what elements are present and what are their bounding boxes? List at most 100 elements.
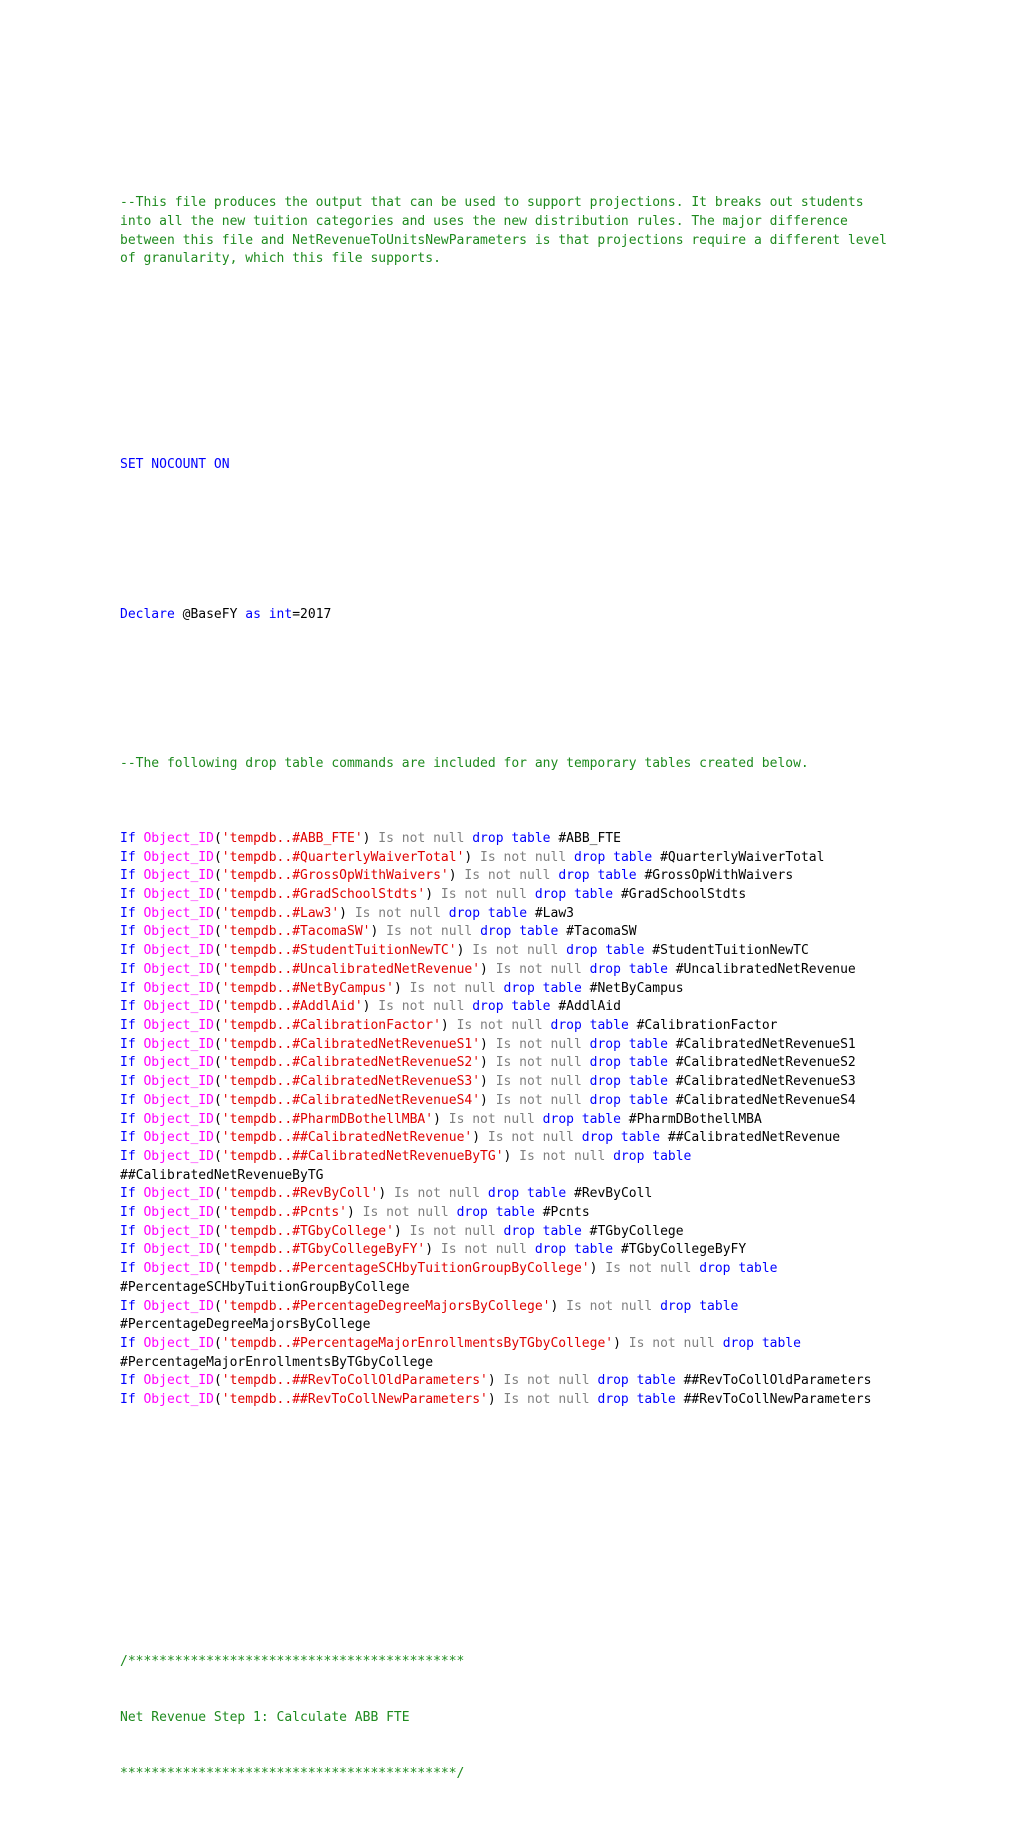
is-not-null-operator: Is not null <box>433 887 535 903</box>
close-paren: ) <box>347 1205 355 1221</box>
banner-bottom-rule: ****************************************… <box>120 1766 465 1782</box>
drop-target-table-name: #CalibratedNetRevenueS3 <box>675 1074 856 1090</box>
drop-table-keyword: drop table <box>589 961 668 977</box>
open-paren: ( <box>213 1092 222 1108</box>
open-paren: ( <box>213 1205 222 1221</box>
close-paren: ) <box>472 1130 481 1146</box>
open-paren: ( <box>213 1055 222 1071</box>
declare-keyword: Declare <box>120 606 175 622</box>
open-paren: ( <box>213 1242 222 1258</box>
object-id-function: Object_ID <box>143 1017 214 1033</box>
is-not-null-operator: Is not null <box>495 1392 598 1408</box>
if-keyword: If <box>120 1242 144 1258</box>
object-id-function: Object_ID <box>143 980 214 996</box>
drop-target-table-name: #PercentageMajorEnrollmentsByTGbyCollege <box>120 1354 434 1370</box>
drop-target-table-name: #ABB_FTE <box>558 830 621 846</box>
tempdb-object-string: 'tempdb..#TacomaSW' <box>221 924 371 940</box>
drop-table-keyword: drop table <box>597 1392 676 1408</box>
if-keyword: If <box>120 868 144 884</box>
open-paren: ( <box>213 1111 222 1127</box>
drop-table-keyword: drop table <box>597 1373 676 1389</box>
drop-table-keyword: drop table <box>566 943 645 959</box>
open-paren: ( <box>213 868 222 884</box>
close-paren: ) <box>378 1186 387 1202</box>
drop-table-statement: If Object_ID('tempdb..#GradSchoolStdts')… <box>120 886 902 905</box>
document-page: --This file produces the output that can… <box>0 0 1020 1781</box>
object-id-function: Object_ID <box>143 1186 214 1202</box>
object-id-function: Object_ID <box>143 1242 214 1258</box>
drop-table-keyword: drop table <box>613 1148 692 1164</box>
is-not-null-operator: Is not null <box>433 1242 535 1258</box>
tempdb-object-string: 'tempdb..#CalibratedNetRevenueS3' <box>221 1074 481 1090</box>
drop-table-statement: If Object_ID('tempdb..#UncalibratedNetRe… <box>120 961 902 980</box>
drop-table-statement: If Object_ID('tempdb..#CalibrationFactor… <box>120 1017 902 1036</box>
object-id-function: Object_ID <box>143 1205 214 1221</box>
close-paren: ) <box>480 1092 488 1108</box>
tempdb-object-string: 'tempdb..#ABB_FTE' <box>221 830 363 846</box>
if-keyword: If <box>120 1298 144 1314</box>
drop-target-table-name: #GradSchoolStdts <box>620 887 747 903</box>
tempdb-object-string: 'tempdb..#CalibrationFactor' <box>221 1017 441 1033</box>
is-not-null-operator: Is not null <box>487 1092 590 1108</box>
close-paren: ) <box>393 1223 402 1239</box>
declare-spacer <box>261 607 269 622</box>
is-not-null-operator: Is not null <box>347 905 449 921</box>
drop-table-keyword: drop table <box>503 1223 582 1239</box>
object-id-function: Object_ID <box>143 1130 214 1146</box>
open-paren: ( <box>213 1186 222 1202</box>
drop-target-table-name: #GrossOpWithWaivers <box>644 868 794 884</box>
drop-table-statement: If Object_ID('tempdb..#TGbyCollegeByFY')… <box>120 1241 902 1260</box>
close-paren: ) <box>480 1036 488 1052</box>
drop-table-statement: If Object_ID('tempdb..#TGbyCollege') Is … <box>120 1223 902 1242</box>
drop-target-table-name: #Law3 <box>534 905 574 921</box>
close-paren: ) <box>433 1111 441 1127</box>
is-not-null-operator: Is not null <box>464 943 567 959</box>
drop-table-keyword: drop table <box>472 830 551 846</box>
is-not-null-operator: Is not null <box>487 1055 590 1071</box>
drop-table-statement: If Object_ID('tempdb..#CalibratedNetReve… <box>120 1054 902 1073</box>
drop-table-keyword: drop table <box>503 980 582 996</box>
drop-table-statement: If Object_ID('tempdb..#GrossOpWithWaiver… <box>120 867 902 886</box>
if-keyword: If <box>120 1205 144 1221</box>
drop-target-table-name: #QuarterlyWaiverTotal <box>660 849 825 865</box>
object-id-function: Object_ID <box>143 999 214 1015</box>
open-paren: ( <box>213 1298 222 1314</box>
tempdb-object-string: 'tempdb..#PercentageSCHbyTuitionGroupByC… <box>221 1261 590 1277</box>
banner-top-rule: /***************************************… <box>120 1653 465 1669</box>
close-paren: ) <box>440 1017 449 1033</box>
drop-table-statement: If Object_ID('tempdb..#AddlAid') Is not … <box>120 998 902 1017</box>
if-keyword: If <box>120 1074 144 1090</box>
tempdb-object-string: 'tempdb..#TGbyCollegeByFY' <box>221 1242 426 1258</box>
set-nocount-keyword: SET NOCOUNT ON <box>120 456 230 472</box>
tempdb-object-string: 'tempdb..##CalibratedNetRevenue' <box>221 1130 473 1146</box>
drop-table-statement: If Object_ID('tempdb..#NetByCampus') Is … <box>120 980 902 999</box>
tempdb-object-string: 'tempdb..##RevToCollNewParameters' <box>221 1392 488 1408</box>
tempdb-object-string: 'tempdb..#CalibratedNetRevenueS4' <box>221 1092 481 1108</box>
object-id-function: Object_ID <box>143 868 214 884</box>
is-not-null-operator: Is not null <box>487 961 590 977</box>
drop-section-comment: --The following drop table commands are … <box>120 756 809 772</box>
drop-table-keyword: drop table <box>487 1186 567 1202</box>
is-not-null-operator: Is not null <box>448 1017 551 1033</box>
tempdb-object-string: 'tempdb..#StudentTuitionNewTC' <box>221 943 457 959</box>
drop-table-statement: If Object_ID('tempdb..##RevToCollNewPara… <box>120 1391 902 1410</box>
open-paren: ( <box>213 830 222 846</box>
drop-target-table-name: #TGbyCollege <box>589 1223 684 1239</box>
drop-table-statement: If Object_ID('tempdb..#PercentageSCHbyTu… <box>120 1260 902 1297</box>
drop-table-statements: If Object_ID('tempdb..#ABB_FTE') Is not … <box>120 830 902 1410</box>
drop-table-statement: If Object_ID('tempdb..##CalibratedNetRev… <box>120 1129 902 1148</box>
open-paren: ( <box>213 980 222 996</box>
object-id-function: Object_ID <box>143 849 214 865</box>
drop-table-statement: If Object_ID('tempdb..#Law3') Is not nul… <box>120 905 902 924</box>
if-keyword: If <box>120 999 144 1015</box>
open-paren: ( <box>213 1017 222 1033</box>
drop-target-table-name: ##CalibratedNetRevenue <box>667 1130 841 1146</box>
drop-table-statement: If Object_ID('tempdb..#PercentageDegreeM… <box>120 1298 902 1335</box>
